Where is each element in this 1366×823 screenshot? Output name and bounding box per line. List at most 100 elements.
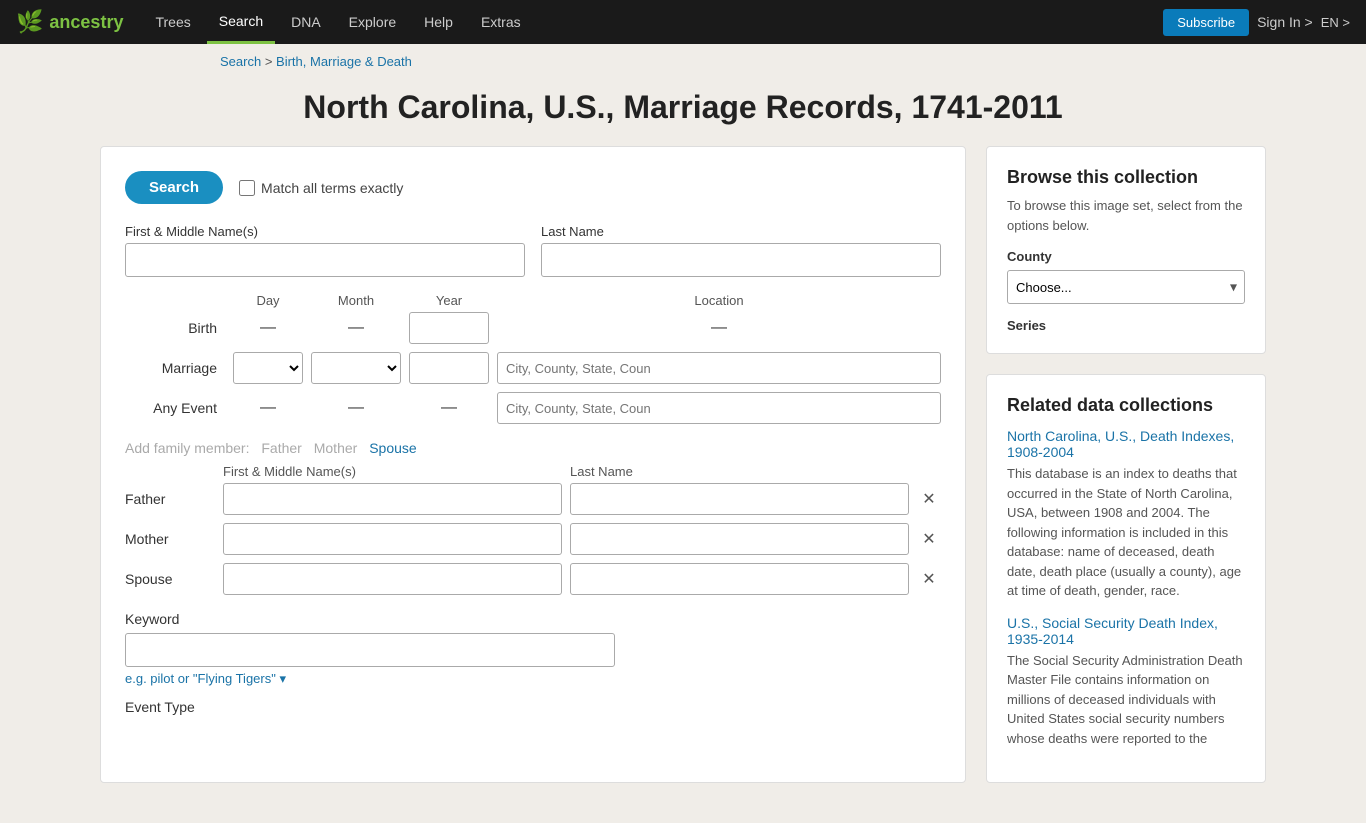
family-col-empty: [125, 464, 215, 479]
father-remove-button[interactable]: ✕: [917, 489, 941, 509]
family-cols-header: First & Middle Name(s) Last Name: [125, 464, 941, 483]
events-header: Day Month Year Location: [125, 293, 941, 312]
content-layout: Search Match all terms exactly First & M…: [0, 146, 1366, 823]
breadcrumb: Search > Birth, Marriage & Death: [0, 44, 1366, 79]
father-family-row: Father ✕: [125, 483, 941, 515]
any-year-dash: —: [409, 399, 489, 417]
logo-text: ancestry: [49, 12, 123, 33]
father-last-input[interactable]: [570, 483, 909, 515]
search-button[interactable]: Search: [125, 171, 223, 204]
series-label: Series: [1007, 318, 1245, 333]
related-link-1[interactable]: U.S., Social Security Death Index, 1935-…: [1007, 615, 1245, 647]
birth-year-input[interactable]: [409, 312, 489, 344]
nav-right-section: Subscribe Sign In > EN >: [1163, 9, 1350, 36]
marriage-month-select[interactable]: [311, 352, 401, 384]
location-col-header: Location: [497, 293, 941, 308]
any-month-dash: —: [311, 399, 401, 417]
day-col-header: Day: [233, 293, 303, 308]
family-header-row: Add family member: Father Mother Spouse: [125, 440, 941, 456]
birth-label: Birth: [125, 320, 225, 336]
spouse-family-row: Spouse ✕: [125, 563, 941, 595]
add-spouse-link[interactable]: Spouse: [369, 440, 416, 456]
spouse-label: Spouse: [125, 571, 215, 587]
logo-leaf-icon: 🌿: [16, 9, 43, 35]
nav-extras[interactable]: Extras: [469, 0, 533, 44]
mother-remove-button[interactable]: ✕: [917, 529, 941, 549]
match-exact-text: Match all terms exactly: [261, 180, 403, 196]
family-section: Add family member: Father Mother Spouse …: [125, 440, 941, 595]
event-type-label: Event Type: [125, 699, 941, 715]
search-top-row: Search Match all terms exactly: [125, 171, 941, 204]
breadcrumb-search-link[interactable]: Search: [220, 54, 261, 69]
nav-trees[interactable]: Trees: [143, 0, 202, 44]
related-link-0[interactable]: North Carolina, U.S., Death Indexes, 190…: [1007, 428, 1245, 460]
first-name-input[interactable]: [125, 243, 525, 277]
logo[interactable]: 🌿 ancestry: [16, 9, 123, 35]
marriage-label: Marriage: [125, 360, 225, 376]
right-panel: Browse this collection To browse this im…: [986, 146, 1266, 783]
navigation: 🌿 ancestry Trees Search DNA Explore Help…: [0, 0, 1366, 44]
related-desc-1: The Social Security Administration Death…: [1007, 651, 1245, 749]
related-desc-0: This database is an index to deaths that…: [1007, 464, 1245, 601]
add-mother-link[interactable]: Mother: [314, 440, 358, 456]
marriage-month-select-wrap: [311, 352, 401, 384]
first-name-group: First & Middle Name(s): [125, 224, 525, 277]
year-col-header: Year: [409, 293, 489, 308]
browse-desc: To browse this image set, select from th…: [1007, 196, 1245, 235]
browse-box: Browse this collection To browse this im…: [986, 146, 1266, 354]
birth-day-dash: —: [233, 319, 303, 337]
month-col-header: Month: [311, 293, 401, 308]
spouse-first-input[interactable]: [223, 563, 562, 595]
last-name-group: Last Name: [541, 224, 941, 277]
last-name-input[interactable]: [541, 243, 941, 277]
event-type-section: Event Type: [125, 699, 941, 715]
nav-search[interactable]: Search: [207, 0, 275, 44]
keyword-section: Keyword e.g. pilot or "Flying Tigers" ▾: [125, 611, 941, 687]
family-last-col-header: Last Name: [570, 464, 909, 479]
father-first-input[interactable]: [223, 483, 562, 515]
nav-help[interactable]: Help: [412, 0, 465, 44]
nav-explore[interactable]: Explore: [337, 0, 408, 44]
marriage-location-input[interactable]: [497, 352, 941, 384]
marriage-day-select-wrap: [233, 352, 303, 384]
breadcrumb-collection-link[interactable]: Birth, Marriage & Death: [276, 54, 412, 69]
subscribe-button[interactable]: Subscribe: [1163, 9, 1249, 36]
family-first-col-header: First & Middle Name(s): [223, 464, 562, 479]
any-event-location-input[interactable]: [497, 392, 941, 424]
signin-link[interactable]: Sign In >: [1257, 14, 1313, 30]
last-name-label: Last Name: [541, 224, 941, 239]
breadcrumb-separator: >: [265, 54, 276, 69]
related-title: Related data collections: [1007, 395, 1245, 416]
any-event-row: Any Event — — —: [125, 392, 941, 424]
birth-month-dash: —: [311, 319, 401, 337]
add-father-link[interactable]: Father: [261, 440, 301, 456]
marriage-event-row: Marriage: [125, 352, 941, 384]
related-box: Related data collections North Carolina,…: [986, 374, 1266, 783]
father-label: Father: [125, 491, 215, 507]
keyword-label: Keyword: [125, 611, 941, 627]
family-remove-col-header: [917, 464, 941, 479]
spouse-remove-button[interactable]: ✕: [917, 569, 941, 589]
nav-dna[interactable]: DNA: [279, 0, 333, 44]
add-family-label: Add family member:: [125, 440, 249, 456]
keyword-hint[interactable]: e.g. pilot or "Flying Tigers" ▾: [125, 671, 941, 687]
birth-location-dash: —: [497, 319, 941, 337]
county-label: County: [1007, 249, 1245, 264]
language-selector[interactable]: EN >: [1321, 15, 1350, 30]
mother-first-input[interactable]: [223, 523, 562, 555]
events-section: Day Month Year Location Birth — — — Marr…: [125, 293, 941, 424]
match-exact-checkbox[interactable]: [239, 180, 255, 196]
browse-title: Browse this collection: [1007, 167, 1245, 188]
spouse-last-input[interactable]: [570, 563, 909, 595]
any-day-dash: —: [233, 399, 303, 417]
county-select[interactable]: Choose...: [1007, 270, 1245, 304]
birth-event-row: Birth — — —: [125, 312, 941, 344]
match-exact-label[interactable]: Match all terms exactly: [239, 180, 403, 196]
keyword-input[interactable]: [125, 633, 615, 667]
marriage-year-input[interactable]: [409, 352, 489, 384]
any-event-label: Any Event: [125, 400, 225, 416]
marriage-day-select[interactable]: [233, 352, 303, 384]
mother-last-input[interactable]: [570, 523, 909, 555]
first-name-label: First & Middle Name(s): [125, 224, 525, 239]
search-panel: Search Match all terms exactly First & M…: [100, 146, 966, 783]
